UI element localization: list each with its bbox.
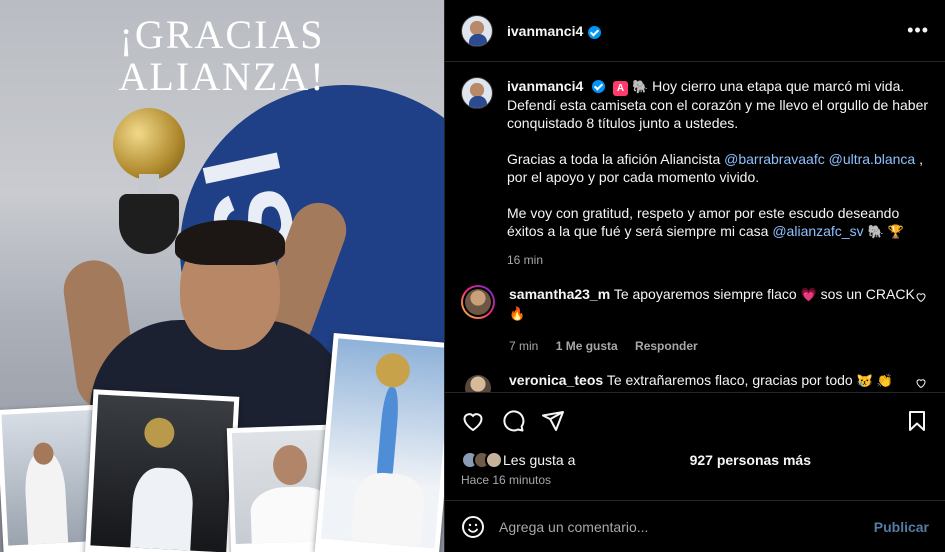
commenter-avatar[interactable] [461, 371, 495, 392]
reply-button[interactable]: Responder [635, 339, 698, 353]
post-sidebar: ivanmanci4 ••• ivanmanci4 A 🐘 Hoy cierro … [444, 0, 945, 552]
post-caption: ivanmanci4 A 🐘 Hoy cierro una etapa que m… [461, 77, 929, 269]
liker-avatars[interactable] [461, 451, 503, 469]
add-comment-bar: Publicar [445, 500, 945, 552]
post-actions: Les gusta a 927 personas más Hace 16 min… [445, 392, 945, 552]
commenter-username[interactable]: samantha23_m [509, 286, 610, 302]
fire-emoji-icon: 🔥 [509, 306, 526, 321]
commenter-avatar[interactable] [461, 285, 495, 319]
trophy-graphic [95, 108, 205, 268]
like-heart-icon[interactable] [461, 409, 485, 433]
polaroid-photo-2 [84, 389, 240, 552]
emoji-smiley-icon[interactable] [461, 515, 485, 539]
caption-time: 16 min [507, 253, 544, 267]
badge-icon: A [613, 81, 629, 96]
verified-icon [588, 26, 602, 39]
commenter-username[interactable]: veronica_teos [509, 372, 603, 388]
verified-icon [592, 80, 606, 93]
likes-prefix: Les gusta a [503, 452, 576, 468]
caption-avatar[interactable] [461, 77, 493, 109]
mention-alianzafc-sv[interactable]: @alianzafc_sv [772, 223, 863, 239]
caption-username[interactable]: ivanmanci4 [507, 78, 583, 94]
more-options-icon[interactable]: ••• [907, 20, 929, 41]
comment-input[interactable] [499, 518, 874, 535]
crying-cat-emoji-icon: 😿 [856, 373, 873, 388]
image-title: ¡GRACIAS ALIANZA! [118, 12, 326, 99]
comment-item: veronica_teos Te extrañaremos flaco, gra… [461, 371, 929, 392]
save-bookmark-icon[interactable] [905, 409, 929, 433]
elephant-emoji-icon: 🐘 [867, 224, 884, 239]
mention-barrabravaafc[interactable]: @barrabravaafc [724, 151, 825, 167]
like-comment-heart-icon[interactable] [915, 377, 927, 389]
elephant-emoji-icon: 🐘 [632, 79, 649, 94]
clapping-hands-emoji-icon: 👏 [876, 373, 893, 388]
comment-likes[interactable]: 1 Me gusta [556, 339, 618, 353]
author-username[interactable]: ivanmanci4 [507, 23, 583, 39]
like-comment-heart-icon[interactable] [915, 291, 927, 303]
post-image[interactable]: ISDE ¡GRACIAS ALIANZA! [0, 0, 444, 552]
comments-list[interactable]: ivanmanci4 A 🐘 Hoy cierro una etapa que m… [445, 63, 945, 392]
post-header: ivanmanci4 ••• [445, 0, 945, 62]
publish-button[interactable]: Publicar [874, 519, 929, 535]
comment-item: samantha23_m Te apoyaremos siempre flaco… [461, 285, 929, 355]
likes-summary: Les gusta a 927 personas más [461, 451, 929, 469]
comment-text: Te extrañaremos flaco, gracias por todo [606, 372, 853, 388]
comment-text-tail: sos un CRACK [820, 286, 915, 302]
comment-bubble-icon[interactable] [501, 409, 525, 433]
likes-count[interactable]: 927 personas más [690, 452, 811, 468]
caption-paragraph-2: Gracias a toda la afición Aliancista [507, 151, 725, 167]
author-avatar[interactable] [461, 14, 493, 47]
mention-ultra-blanca[interactable]: @ultra.blanca [829, 151, 916, 167]
instagram-post: ISDE ¡GRACIAS ALIANZA! [0, 0, 945, 552]
comment-text: Te apoyaremos siempre flaco [613, 286, 797, 302]
polaroid-photo-4 [314, 333, 444, 552]
trophy-emoji-icon: 🏆 [887, 224, 904, 239]
heart-emoji-icon: 💗 [800, 287, 817, 302]
comment-time: 7 min [509, 339, 539, 353]
post-timestamp: Hace 16 minutos [461, 473, 552, 487]
share-send-icon[interactable] [541, 409, 565, 433]
